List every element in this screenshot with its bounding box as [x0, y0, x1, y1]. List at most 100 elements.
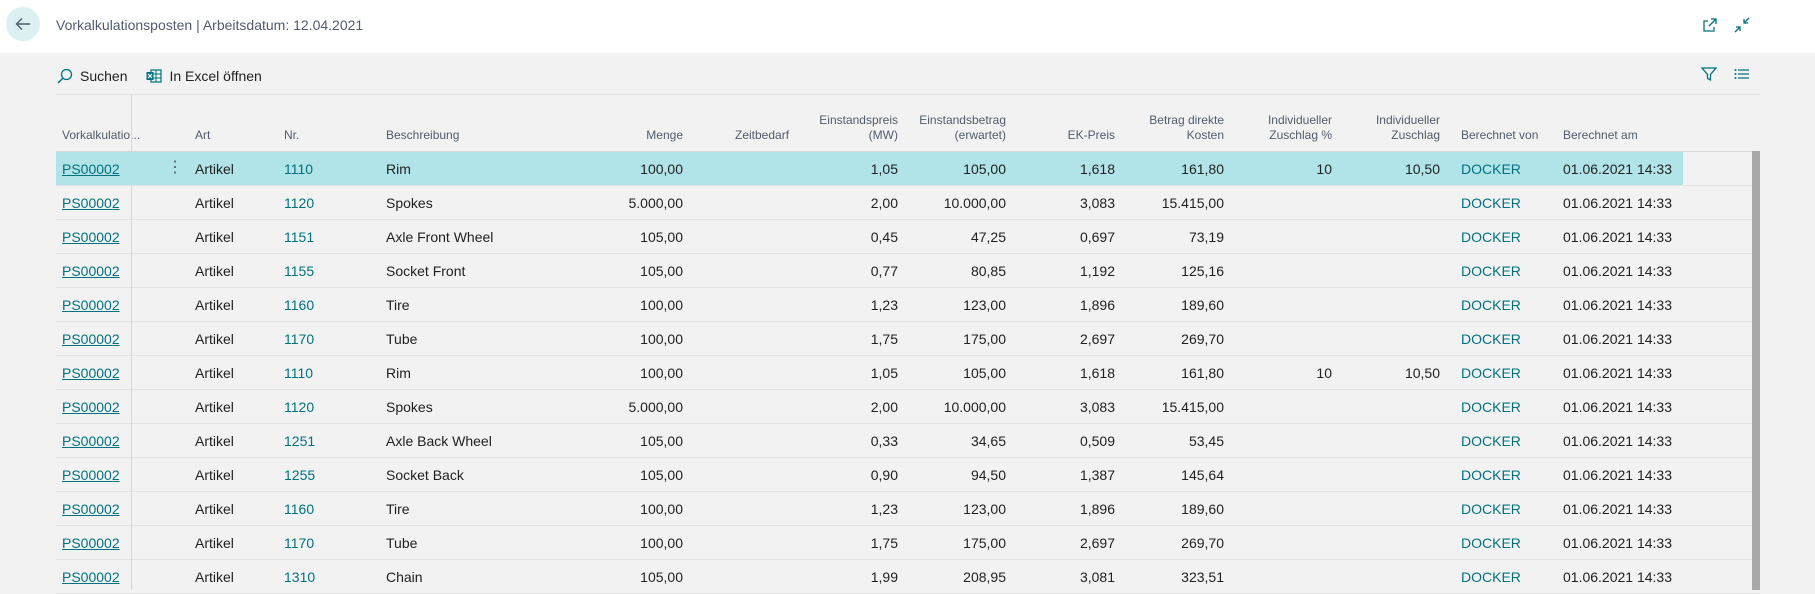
col-header-nr[interactable]: Nr. — [284, 128, 299, 143]
cell-vorkalkulation[interactable]: PS00002 — [62, 161, 120, 177]
cell-vorkalkulation[interactable]: PS00002 — [62, 467, 120, 483]
cell-nr[interactable]: 1155 — [284, 263, 314, 279]
cell-berechnet-von[interactable]: DOCKER — [1461, 161, 1521, 177]
cell-nr[interactable]: 1310 — [284, 569, 315, 585]
cell-menge: 100,00 — [640, 297, 683, 313]
vertical-scrollbar[interactable] — [1752, 151, 1760, 590]
col-header-einstandspreis[interactable]: Einstandspreis (MW) — [796, 113, 898, 143]
table-row[interactable]: PS00002 Artikel 1160 Tire 100,00 1,23 123,00 1,… — [56, 288, 1760, 322]
cell-menge: 105,00 — [640, 263, 683, 279]
cell-betrag-direkte-kosten: 125,16 — [1181, 263, 1224, 279]
table-row[interactable]: PS00002 Artikel 1170 Tube 100,00 1,75 175,00 2,… — [56, 526, 1760, 560]
list-view-icon[interactable] — [1733, 65, 1753, 85]
cell-betrag-direkte-kosten: 73,19 — [1188, 229, 1224, 245]
cell-nr[interactable]: 1120 — [284, 399, 314, 415]
cell-art: Artikel — [195, 467, 234, 483]
back-button[interactable] — [6, 7, 40, 41]
cell-einstandspreis: 0,90 — [870, 467, 898, 483]
cell-vorkalkulation[interactable]: PS00002 — [62, 433, 120, 449]
cell-berechnet-von[interactable]: DOCKER — [1461, 331, 1521, 347]
cell-vorkalkulation[interactable]: PS00002 — [62, 331, 120, 347]
cell-ek-preis: 0,697 — [1079, 229, 1115, 245]
cell-nr[interactable]: 1160 — [284, 501, 314, 517]
cell-einstandspreis: 1,23 — [870, 297, 898, 313]
table-row[interactable]: PS00002 Artikel 1251 Axle Back Wheel 105,00 0… — [56, 424, 1760, 458]
table-row[interactable]: PS00002 Artikel 1120 Spokes 5.000,00 2,00 10.0… — [56, 186, 1760, 220]
cell-berechnet-von[interactable]: DOCKER — [1461, 263, 1521, 279]
open-in-excel-button[interactable]: In Excel öffnen — [145, 67, 262, 85]
cell-berechnet-von[interactable]: DOCKER — [1461, 467, 1521, 483]
col-header-zeitbedarf[interactable]: Zeitbedarf — [735, 128, 789, 143]
cell-nr[interactable]: 1151 — [284, 229, 314, 245]
cell-vorkalkulation[interactable]: PS00002 — [62, 229, 120, 245]
cell-einstandsbetrag: 105,00 — [963, 365, 1006, 381]
cell-vorkalkulation[interactable]: PS00002 — [62, 399, 120, 415]
cell-nr[interactable]: 1110 — [284, 365, 313, 381]
cell-betrag-direkte-kosten: 53,45 — [1188, 433, 1224, 449]
col-header-zuschlag[interactable]: Individueller Zuschlag — [1336, 113, 1440, 143]
table-row[interactable]: PS00002 Artikel 1120 Spokes 5.000,00 2,00 10.0… — [56, 390, 1760, 424]
cell-betrag-direkte-kosten: 161,80 — [1181, 365, 1224, 381]
cell-vorkalkulation[interactable]: PS00002 — [62, 569, 120, 585]
table-row[interactable]: PS00002 Artikel 1310 Chain 105,00 1,99 208,95 3… — [56, 560, 1760, 594]
cell-art: Artikel — [195, 331, 234, 347]
open-in-new-window-icon[interactable] — [1701, 16, 1721, 36]
col-header-betrag-line2: Kosten — [1186, 128, 1224, 142]
cell-nr[interactable]: 1160 — [284, 297, 314, 313]
cell-berechnet-von[interactable]: DOCKER — [1461, 433, 1521, 449]
cell-vorkalkulation[interactable]: PS00002 — [62, 297, 120, 313]
cell-betrag-direkte-kosten: 323,51 — [1181, 569, 1224, 585]
table-row[interactable]: PS00002 Artikel 1160 Tire 100,00 1,23 123,00 1,… — [56, 492, 1760, 526]
col-header-berechnet-am[interactable]: Berechnet am — [1563, 128, 1638, 143]
table-row[interactable]: PS00002 Artikel 1151 Axle Front Wheel 105,00… — [56, 220, 1760, 254]
search-icon — [57, 68, 73, 84]
table-row[interactable]: PS00002 Artikel 1255 Socket Back 105,00 0,90 9… — [56, 458, 1760, 492]
table-row[interactable]: PS00002 Artikel 1170 Tube 100,00 1,75 175,00 2,… — [56, 322, 1760, 356]
col-header-vorkalkulation[interactable]: Vorkalkulatio... — [62, 128, 140, 143]
cell-berechnet-von[interactable]: DOCKER — [1461, 399, 1521, 415]
cell-berechnet-von[interactable]: DOCKER — [1461, 297, 1521, 313]
cell-berechnet-von[interactable]: DOCKER — [1461, 535, 1521, 551]
cell-nr[interactable]: 1170 — [284, 535, 314, 551]
cell-nr[interactable]: 1251 — [284, 433, 315, 449]
cell-vorkalkulation[interactable]: PS00002 — [62, 263, 120, 279]
col-header-zuschlag-prozent[interactable]: Individueller Zuschlag % — [1226, 113, 1332, 143]
col-header-betrag-direkte-kosten[interactable]: Betrag direkte Kosten — [1116, 113, 1224, 143]
filter-icon[interactable] — [1700, 65, 1720, 85]
search-button[interactable]: Suchen — [56, 67, 127, 85]
col-header-zuschlag-line2: Zuschlag — [1391, 128, 1440, 142]
cell-berechnet-von[interactable]: DOCKER — [1461, 195, 1521, 211]
col-header-beschreibung[interactable]: Beschreibung — [386, 128, 459, 143]
entries-grid: Vorkalkulatio... Art Nr. Beschreibung Me… — [56, 94, 1760, 594]
table-row[interactable]: PS00002 Artikel 1110 Rim 100,00 1,05 105,00 1,6… — [56, 356, 1760, 390]
cell-einstandsbetrag: 105,00 — [963, 161, 1006, 177]
cell-berechnet-von[interactable]: DOCKER — [1461, 229, 1521, 245]
cell-nr[interactable]: 1110 — [284, 161, 313, 177]
cell-berechnet-von[interactable]: DOCKER — [1461, 501, 1521, 517]
cell-vorkalkulation[interactable]: PS00002 — [62, 501, 120, 517]
row-actions-icon[interactable]: ⋮ — [167, 158, 183, 178]
table-row[interactable]: ⋮ PS00002 Artikel 1110 Rim 100,00 1,05 105,00 1,… — [56, 152, 1760, 186]
cell-nr[interactable]: 1255 — [284, 467, 315, 483]
collapse-icon[interactable] — [1733, 16, 1753, 36]
col-header-berechnet-von[interactable]: Berechnet von — [1461, 128, 1538, 143]
col-header-ek-preis[interactable]: EK-Preis — [1036, 128, 1115, 143]
table-row[interactable]: PS00002 Artikel 1155 Socket Front 105,00 0,77… — [56, 254, 1760, 288]
cell-vorkalkulation[interactable]: PS00002 — [62, 365, 120, 381]
cell-vorkalkulation[interactable]: PS00002 — [62, 195, 120, 211]
cell-zuschlag: 10,50 — [1404, 161, 1440, 177]
col-header-menge[interactable]: Menge — [616, 128, 683, 143]
col-header-betrag-line1: Betrag direkte — [1149, 113, 1224, 127]
cell-art: Artikel — [195, 229, 234, 245]
cell-nr[interactable]: 1120 — [284, 195, 314, 211]
cell-berechnet-von[interactable]: DOCKER — [1461, 365, 1521, 381]
col-header-art[interactable]: Art — [195, 128, 210, 143]
cell-berechnet-am: 01.06.2021 14:33 — [1563, 331, 1672, 347]
cell-nr[interactable]: 1170 — [284, 331, 314, 347]
col-header-einstandsbetrag[interactable]: Einstandsbetrag (erwartet) — [896, 113, 1006, 143]
cell-menge: 100,00 — [640, 365, 683, 381]
cell-ek-preis: 1,387 — [1079, 467, 1115, 483]
col-header-zuschlag-line1: Individueller — [1375, 113, 1440, 127]
cell-berechnet-von[interactable]: DOCKER — [1461, 569, 1521, 585]
cell-vorkalkulation[interactable]: PS00002 — [62, 535, 120, 551]
